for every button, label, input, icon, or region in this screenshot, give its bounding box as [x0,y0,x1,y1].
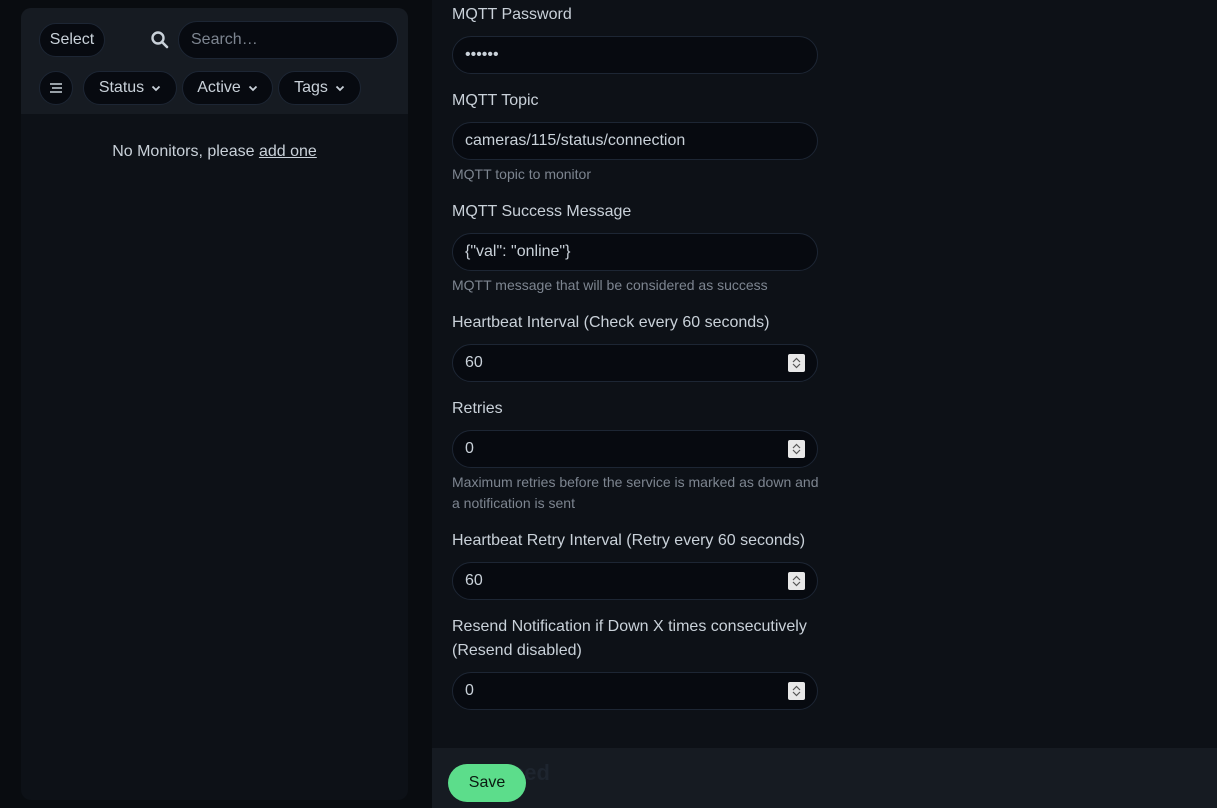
chevron-down-icon[interactable] [792,581,801,587]
save-button[interactable]: Save [448,764,526,802]
number-spinner[interactable] [788,354,805,372]
active-filter-dropdown[interactable]: Active [182,71,273,105]
number-spinner[interactable] [788,682,805,700]
status-filter-label: Status [98,79,145,96]
active-filter-label: Active [197,79,241,96]
tags-filter-label: Tags [294,79,328,96]
monitor-list-sidebar: Select Status Active Tags No Monitors, p… [21,8,408,800]
resend-label-line1: Resend Notification if Down X times cons… [452,618,807,635]
monitor-edit-form: MQTT Password •••••• MQTT Topic cameras/… [432,0,1217,808]
filter-menu-button[interactable] [39,71,73,105]
resend-field[interactable]: 0 [452,672,818,710]
chevron-down-icon[interactable] [792,363,801,369]
retry-interval-value: 60 [465,572,483,589]
heartbeat-interval-value: 60 [465,354,483,371]
tags-filter-dropdown[interactable]: Tags [278,71,361,105]
chevron-down-icon [152,85,161,92]
retry-interval-field[interactable]: 60 [452,562,818,600]
chevron-down-icon[interactable] [792,449,801,455]
status-filter-dropdown[interactable]: Status [83,71,177,105]
chevron-down-icon[interactable] [792,691,801,697]
number-spinner[interactable] [788,440,805,458]
resend-label-line2: (Resend disabled) [452,642,582,659]
empty-text: No Monitors, please [112,143,255,160]
mqtt-topic-value: cameras/115/status/connection [465,132,686,149]
chevron-down-icon [248,85,257,92]
search-icon[interactable] [150,30,170,50]
retries-help: Maximum retries before the service is ma… [452,474,819,511]
heartbeat-interval-field[interactable]: 60 [452,344,818,382]
mqtt-topic-label: MQTT Topic [452,92,539,109]
retry-interval-label: Heartbeat Retry Interval (Retry every 60… [452,532,806,549]
mqtt-success-label: MQTT Success Message [452,203,632,220]
chevron-down-icon [335,85,345,92]
sidebar-header: Select Status Active Tags [21,8,408,114]
mqtt-topic-help: MQTT topic to monitor [452,166,592,182]
retries-field[interactable]: 0 [452,430,818,468]
empty-monitors-message: No Monitors, please add one [21,143,408,161]
select-button[interactable]: Select [39,23,105,57]
mqtt-success-help: MQTT message that will be considered as … [452,277,768,293]
add-monitor-link[interactable]: add one [259,143,317,160]
retries-value: 0 [465,440,474,457]
filter-lines-icon [50,83,62,93]
form-footer: ced Save [432,748,1217,808]
retries-label: Retries [452,400,503,417]
heartbeat-interval-label: Heartbeat Interval (Check every 60 secon… [452,314,770,331]
number-spinner[interactable] [788,572,805,590]
mqtt-topic-field[interactable]: cameras/115/status/connection [452,122,818,160]
resend-value: 0 [465,682,474,699]
mqtt-success-value: {"val": "online"} [465,243,571,260]
mqtt-success-field[interactable]: {"val": "online"} [452,233,818,271]
mqtt-password-value: •••••• [465,46,499,63]
search-input[interactable] [178,21,398,59]
mqtt-password-field[interactable]: •••••• [452,36,818,74]
mqtt-password-label: MQTT Password [452,6,572,23]
